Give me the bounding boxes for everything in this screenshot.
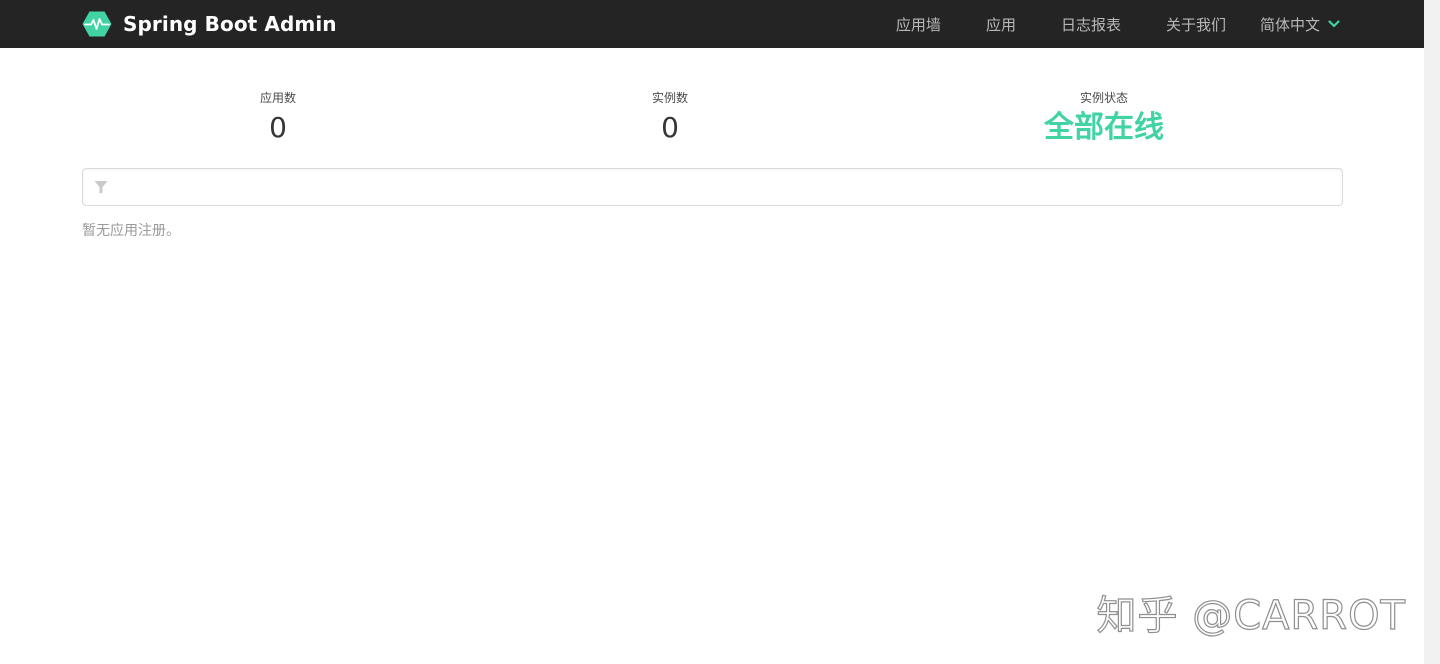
stat-instances-value: 0 (661, 111, 679, 144)
stat-applications: 应用数 0 (260, 90, 296, 144)
app-title: Spring Boot Admin (123, 12, 337, 36)
page-scrollbar[interactable] (1424, 0, 1440, 664)
top-navbar: Spring Boot Admin 应用墙 应用 日志报表 关于我们 简体中文 (0, 0, 1424, 48)
filter-input[interactable] (119, 169, 1333, 207)
empty-applications-message: 暂无应用注册。 (82, 223, 180, 239)
stat-applications-label: 应用数 (259, 91, 297, 105)
stat-instance-status-label: 实例状态 (1079, 91, 1128, 105)
filter-field[interactable] (82, 168, 1343, 207)
chevron-down-icon (1328, 20, 1340, 28)
language-selector[interactable]: 简体中文 (1260, 14, 1340, 35)
language-label: 简体中文 (1259, 15, 1320, 34)
stat-instance-status-value: 全部在线 (1044, 110, 1164, 145)
heartbeat-hexagon-icon (82, 11, 112, 37)
nav-item-wallboard[interactable]: 应用墙 (896, 14, 941, 35)
brand[interactable]: Spring Boot Admin (82, 9, 337, 39)
nav-menu: 应用墙 应用 日志报表 关于我们 简体中文 (896, 0, 1340, 48)
stat-instances: 实例数 0 (652, 90, 688, 144)
nav-item-applications[interactable]: 应用 (986, 14, 1016, 35)
watermark: 知乎 @CARROT (1096, 592, 1406, 639)
filter-icon (94, 181, 108, 194)
stat-instances-label: 实例数 (651, 91, 689, 105)
nav-item-log-report[interactable]: 日志报表 (1061, 14, 1121, 35)
stat-instance-status: 实例状态 全部在线 (1044, 90, 1164, 144)
nav-item-about[interactable]: 关于我们 (1166, 14, 1226, 35)
stat-applications-value: 0 (269, 111, 287, 144)
